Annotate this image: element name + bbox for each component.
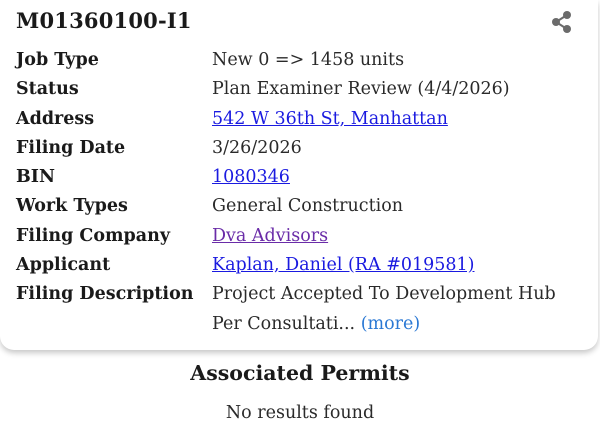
status-value: Plan Examiner Review (4/4/2026) — [212, 79, 510, 100]
detail-row-filing-date: Filing Date 3/26/2026 — [16, 134, 586, 163]
more-link[interactable]: (more) — [361, 314, 421, 334]
detail-label: Filing Description — [16, 284, 194, 305]
job-id-title: M01360100-I1 — [16, 8, 192, 33]
job-type-value: New 0 => 1458 units — [212, 50, 405, 70]
detail-row-job-type: Job Type New 0 => 1458 units — [16, 46, 586, 75]
detail-label: Address — [16, 108, 95, 129]
detail-row-filing-company: Filing Company Dva Advisors — [16, 222, 586, 251]
filing-company-link[interactable]: Dva Advisors — [212, 226, 328, 246]
detail-row-applicant: Applicant Kaplan, Daniel (RA #019581) — [16, 251, 586, 280]
no-results-text: No results found — [225, 403, 375, 423]
detail-row-work-types: Work Types General Construction — [16, 192, 586, 221]
detail-label: Filing Company — [16, 225, 171, 246]
detail-row-bin: BIN 1080346 — [16, 163, 586, 192]
filing-description-value: Project Accepted To Development Hub Per … — [212, 280, 586, 339]
work-types-value: General Construction — [212, 196, 404, 217]
detail-label: Work Types — [16, 196, 128, 217]
detail-label: Status — [16, 79, 79, 100]
share-icon[interactable] — [548, 8, 576, 36]
applicant-link[interactable]: Kaplan, Daniel (RA #019581) — [212, 255, 474, 275]
detail-label: BIN — [16, 167, 55, 188]
detail-label: Job Type — [16, 50, 99, 70]
detail-label: Applicant — [16, 255, 111, 276]
bin-link[interactable]: 1080346 — [212, 167, 290, 187]
detail-label: Filing Date — [16, 137, 126, 158]
filing-card: M01360100-I1 Job Type New 0 => 1458 unit… — [0, 0, 598, 350]
associated-permits-heading: Associated Permits — [190, 361, 410, 385]
detail-row-status: Status Plan Examiner Review (4/4/2026) — [16, 75, 586, 104]
filing-details: Job Type New 0 => 1458 units Status Plan… — [16, 46, 586, 340]
address-link[interactable]: 542 W 36th St, Manhattan — [212, 109, 448, 129]
filing-date-value: 3/26/2026 — [212, 137, 302, 158]
detail-row-filing-description: Filing Description Project Accepted To D… — [16, 280, 586, 340]
detail-row-address: Address 542 W 36th St, Manhattan — [16, 105, 586, 134]
